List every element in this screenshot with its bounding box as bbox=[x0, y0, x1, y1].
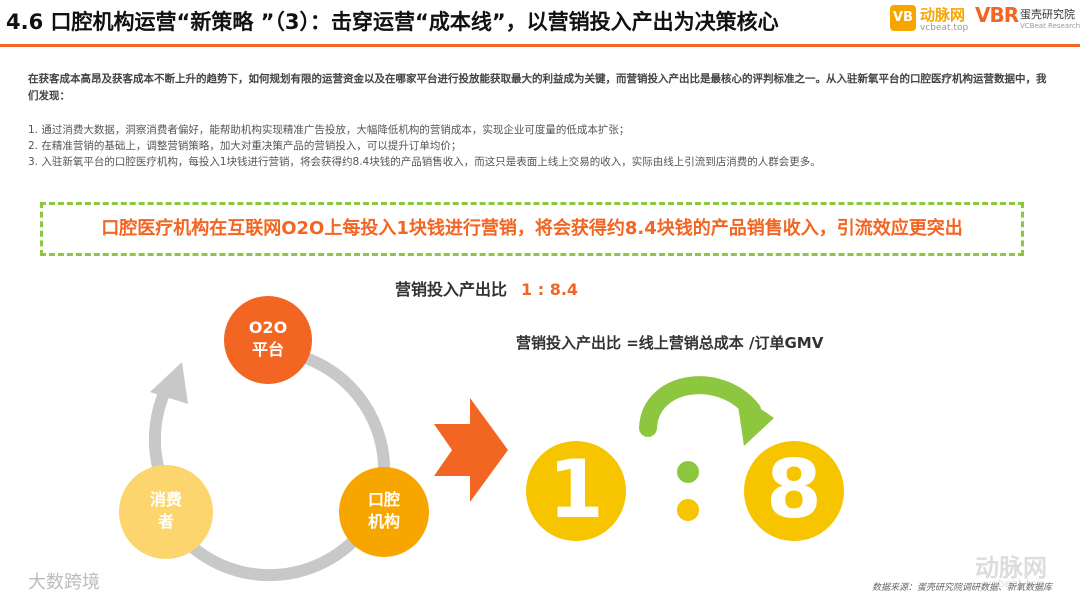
dental-institution-label: 口腔 机构 bbox=[352, 489, 416, 533]
ratio-right-digit: 8 bbox=[766, 443, 822, 536]
o2o-platform-label: O2O 平台 bbox=[236, 317, 300, 361]
data-source-note: 数据来源：蛋壳研究院调研数据、新氧数据库 bbox=[872, 583, 1053, 593]
consumer-label-line2: 者 bbox=[157, 512, 174, 531]
right-arrow-icon bbox=[434, 398, 508, 502]
consumer-label: 消费 者 bbox=[134, 489, 198, 533]
green-curve-arrow-icon bbox=[639, 376, 761, 437]
watermark-left: 大数跨境 bbox=[28, 572, 100, 593]
ratio-colon-dot-bottom bbox=[677, 499, 699, 521]
consumer-label-line1: 消费 bbox=[149, 490, 182, 509]
o2o-label-line1: O2O bbox=[248, 318, 288, 337]
cycle-ring-arc-bottom bbox=[175, 530, 365, 582]
ratio-left-digit: 1 bbox=[548, 443, 604, 536]
ratio-formula: 营销投入产出比 =线上营销总成本 /订单GMV bbox=[516, 334, 824, 352]
cycle-ring-arrowhead bbox=[150, 362, 188, 404]
ratio-colon-dot-top bbox=[677, 461, 699, 483]
institution-label-line2: 机构 bbox=[367, 512, 400, 531]
o2o-label-line2: 平台 bbox=[251, 340, 284, 359]
institution-label-line1: 口腔 bbox=[367, 490, 400, 509]
